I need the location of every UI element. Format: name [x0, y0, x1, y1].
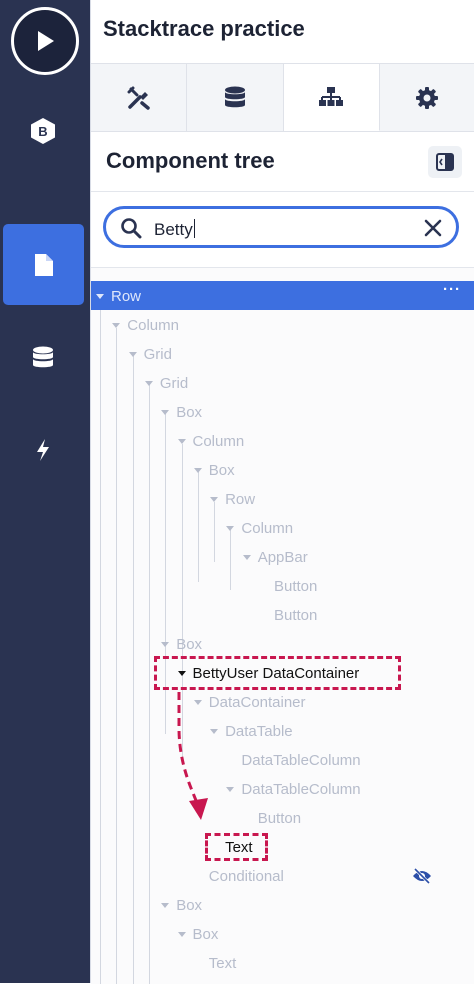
close-icon[interactable] — [424, 219, 442, 237]
app-sidebar: B — [0, 0, 90, 983]
component-tree: ··· Row Column Grid Grid Box Column Box Row Colu… — [91, 267, 474, 984]
sidebar-item-pages[interactable] — [3, 224, 84, 305]
sidebar-item-data[interactable] — [25, 340, 61, 376]
lightning-icon — [37, 439, 49, 461]
app-title: Stacktrace practice — [103, 16, 305, 41]
panel-toggle-button[interactable] — [428, 146, 462, 178]
tab-tools[interactable] — [91, 63, 188, 131]
page-icon — [34, 253, 53, 276]
section-title: Component tree — [106, 148, 275, 173]
sidebar-item-actions[interactable] — [25, 432, 61, 468]
search-input[interactable]: Betty — [103, 206, 459, 248]
hierarchy-icon — [319, 87, 344, 106]
panel-toggle-icon — [436, 153, 454, 171]
gear-icon — [416, 86, 439, 109]
tab-data[interactable] — [187, 63, 284, 131]
database-icon — [224, 86, 245, 107]
play-button[interactable] — [11, 7, 79, 75]
tools-icon — [127, 86, 150, 110]
database-icon — [33, 346, 53, 368]
search-value: Betty — [154, 219, 195, 239]
play-icon — [38, 31, 54, 51]
svg-text:B: B — [38, 124, 47, 139]
betty-logo-button[interactable]: B — [25, 113, 61, 149]
divider — [91, 191, 474, 192]
panel-tabs — [91, 63, 474, 132]
eye-slash-icon[interactable] — [412, 868, 432, 884]
builder-panel: Stacktrace practice Component tree Betty… — [90, 0, 474, 984]
betty-logo-icon: B — [31, 118, 55, 144]
tab-component-tree[interactable] — [283, 63, 380, 131]
search-icon — [121, 218, 142, 239]
tab-settings[interactable] — [379, 63, 474, 131]
